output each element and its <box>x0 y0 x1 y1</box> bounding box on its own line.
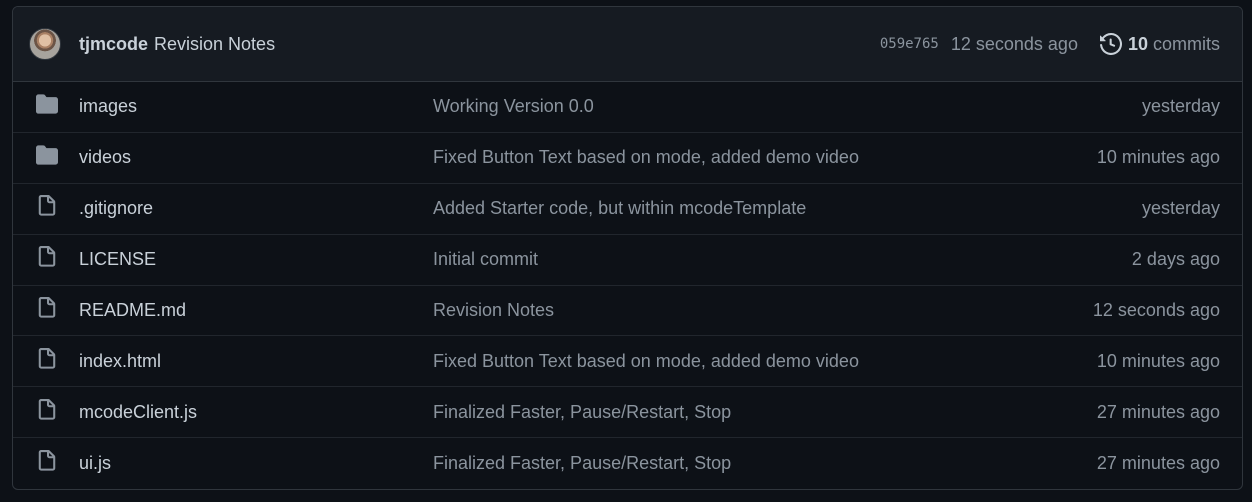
folder-icon <box>35 144 59 171</box>
file-icon <box>35 195 59 222</box>
author-avatar[interactable] <box>29 28 61 60</box>
file-commit-message-link[interactable]: Fixed Button Text based on mode, added d… <box>433 147 859 168</box>
file-icon <box>35 296 59 324</box>
file-name-link[interactable]: images <box>79 96 137 117</box>
file-commit-message-link[interactable]: Finalized Faster, Pause/Restart, Stop <box>433 402 731 423</box>
commit-time: 12 seconds ago <box>950 33 1078 54</box>
latest-commit-header: tjmcode Revision Notes 059e765 12 second… <box>13 7 1242 82</box>
file-icon <box>38 398 56 420</box>
file-commit-time: 2 days ago <box>1131 249 1220 270</box>
file-commit-message-link[interactable]: Fixed Button Text based on mode, added d… <box>433 351 859 372</box>
file-commit-time: 12 seconds ago <box>1092 299 1220 320</box>
file-name-link[interactable]: README.md <box>79 300 186 321</box>
file-commit-message-link[interactable]: Working Version 0.0 <box>433 96 594 117</box>
file-row[interactable]: .gitignore Added Starter code, but withi… <box>13 184 1242 235</box>
file-name-link[interactable]: index.html <box>79 351 161 372</box>
commit-sha-link[interactable]: 059e765 <box>880 36 939 52</box>
file-commit-time: 27 minutes ago <box>1096 453 1220 474</box>
file-icon <box>38 246 56 267</box>
commit-count: 10 <box>1127 33 1148 54</box>
file-icon <box>38 195 56 216</box>
file-name-link[interactable]: .gitignore <box>79 198 153 219</box>
file-commit-message-link[interactable]: Added Starter code, but within mcodeTemp… <box>433 198 806 219</box>
file-commit-message-link[interactable]: Revision Notes <box>433 300 554 321</box>
file-row[interactable]: index.html Fixed Button Text based on mo… <box>13 336 1242 388</box>
file-row[interactable]: mcodeClient.js Finalized Faster, Pause/R… <box>13 387 1242 439</box>
file-icon <box>35 398 59 426</box>
commits-label: commits <box>1153 33 1220 54</box>
commit-author-link[interactable]: tjmcode <box>79 34 148 55</box>
file-icon <box>35 450 59 477</box>
repo-file-browser: tjmcode Revision Notes 059e765 12 second… <box>12 6 1243 490</box>
file-commit-time: yesterday <box>1141 96 1220 117</box>
folder-icon <box>35 93 59 120</box>
file-icon <box>38 347 56 369</box>
file-row[interactable]: LICENSE Initial commit 2 days ago <box>13 235 1242 286</box>
file-name-link[interactable]: mcodeClient.js <box>79 402 197 423</box>
file-icon <box>35 246 59 273</box>
file-commit-time: 27 minutes ago <box>1096 401 1220 422</box>
file-commit-message-link[interactable]: Finalized Faster, Pause/Restart, Stop <box>433 453 731 474</box>
commit-meta: 059e765 12 seconds ago 10 commits <box>880 33 1220 55</box>
file-icon <box>35 347 59 375</box>
commit-message-link[interactable]: Revision Notes <box>154 34 275 55</box>
file-icon <box>38 450 56 471</box>
file-row[interactable]: ui.js Finalized Faster, Pause/Restart, S… <box>13 438 1242 489</box>
commits-history-link[interactable]: 10 commits <box>1099 33 1220 55</box>
file-commit-time: 10 minutes ago <box>1096 147 1220 168</box>
file-row[interactable]: images Working Version 0.0 yesterday <box>13 82 1242 133</box>
file-icon <box>38 296 56 318</box>
file-row[interactable]: videos Fixed Button Text based on mode, … <box>13 133 1242 184</box>
file-name-link[interactable]: LICENSE <box>79 249 156 270</box>
history-icon <box>1099 33 1122 55</box>
file-commit-message-link[interactable]: Initial commit <box>433 249 538 270</box>
folder-icon <box>36 145 58 165</box>
folder-icon <box>36 94 58 115</box>
file-name-link[interactable]: ui.js <box>79 453 111 474</box>
file-name-link[interactable]: videos <box>79 147 131 168</box>
file-commit-time: yesterday <box>1141 198 1220 219</box>
file-commit-time: 10 minutes ago <box>1096 350 1220 371</box>
file-row[interactable]: README.md Revision Notes 12 seconds ago <box>13 286 1242 337</box>
file-list: images Working Version 0.0 yesterday vid… <box>13 82 1242 489</box>
